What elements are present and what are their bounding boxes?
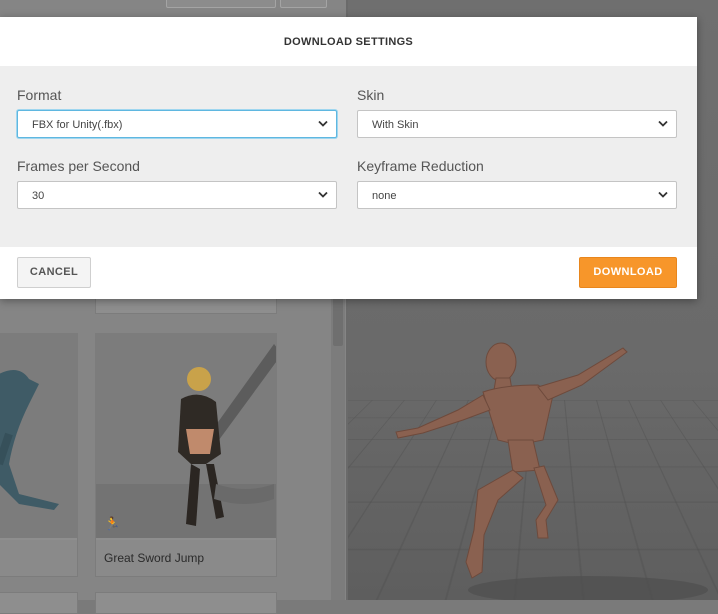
card-thumbnail: 🏃	[96, 334, 276, 538]
animation-card-left[interactable]	[0, 333, 78, 577]
animation-card-row3-right[interactable]	[95, 592, 277, 614]
download-button[interactable]: DOWNLOAD	[579, 257, 677, 288]
motion-icon: 🏃	[104, 516, 121, 531]
format-label: Format	[17, 87, 62, 103]
keyframe-reduction-select[interactable]: none	[357, 181, 677, 209]
skin-field: Skin With Skin	[357, 87, 677, 138]
filter-button-bg[interactable]	[280, 0, 327, 8]
dialog-footer: CANCEL DOWNLOAD	[0, 247, 697, 299]
download-settings-dialog: DOWNLOAD SETTINGS Format FBX for Unity(.…	[0, 17, 697, 299]
keyframe-reduction-value: none	[372, 190, 397, 202]
skin-label: Skin	[357, 87, 385, 103]
fps-label: Frames per Second	[17, 158, 140, 174]
cancel-button[interactable]: CANCEL	[17, 257, 91, 288]
dialog-body: Format FBX for Unity(.fbx) Skin With Ski…	[0, 66, 697, 247]
animation-card-row3-left[interactable]	[0, 592, 78, 614]
search-field-bg[interactable]	[166, 0, 276, 8]
keyframe-reduction-label: Keyframe Reduction	[357, 158, 484, 174]
chevron-down-icon	[658, 191, 668, 198]
format-field: Format FBX for Unity(.fbx)	[17, 87, 337, 138]
keyframe-reduction-field: Keyframe Reduction none	[357, 158, 677, 209]
fps-value: 30	[32, 190, 45, 202]
format-value: FBX for Unity(.fbx)	[32, 119, 123, 131]
skin-value: With Skin	[372, 119, 419, 131]
fps-field: Frames per Second 30	[17, 158, 337, 209]
format-select[interactable]: FBX for Unity(.fbx)	[17, 110, 337, 138]
card-caption: Great Sword Jump	[96, 540, 276, 576]
card-caption	[0, 540, 77, 576]
animation-card-great-sword-jump[interactable]: 🏃 Great Sword Jump	[95, 333, 277, 577]
fps-select[interactable]: 30	[17, 181, 337, 209]
chevron-down-icon	[318, 120, 328, 127]
scrollbar-thumb[interactable]	[333, 296, 343, 346]
chevron-down-icon	[658, 120, 668, 127]
skin-select[interactable]: With Skin	[357, 110, 677, 138]
chevron-down-icon	[318, 191, 328, 198]
dialog-title: DOWNLOAD SETTINGS	[283, 35, 414, 48]
card-thumbnail	[0, 334, 77, 538]
